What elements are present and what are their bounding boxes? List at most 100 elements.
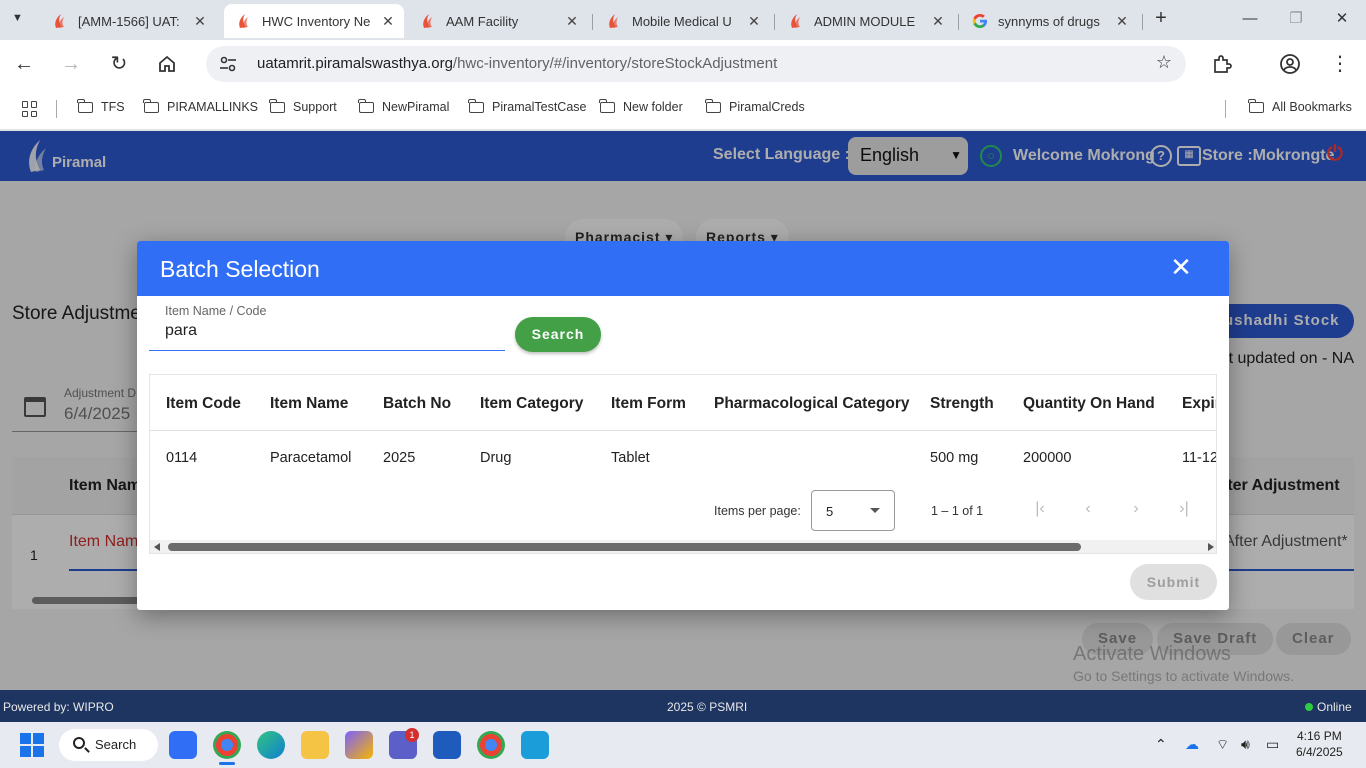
cell-expiry[interactable]: 11-12	[1182, 450, 1216, 466]
task-view-icon[interactable]	[169, 731, 197, 759]
file-explorer-icon[interactable]	[301, 731, 329, 759]
cell-item-code[interactable]: 0114	[166, 450, 197, 466]
notepad-icon[interactable]	[521, 731, 549, 759]
submit-button[interactable]: Submit	[1130, 564, 1217, 600]
m365-icon[interactable]	[345, 731, 373, 759]
all-bookmarks[interactable]: All Bookmarks	[1248, 98, 1352, 114]
tab-close-icon[interactable]: ✕	[192, 13, 208, 30]
forward-arrow-icon[interactable]: →	[57, 50, 85, 78]
close-icon[interactable]: ✕	[1169, 254, 1193, 280]
item-name-code-label: Item Name / Code	[165, 304, 267, 318]
cell-batch-no[interactable]: 2025	[383, 450, 415, 466]
items-per-page-select[interactable]: 5	[811, 490, 895, 531]
folder-icon	[705, 98, 721, 113]
bookmark-star-icon[interactable]: ☆	[1156, 52, 1172, 73]
new-tab-plus-icon[interactable]: +	[1150, 8, 1172, 30]
chrome-icon[interactable]	[213, 731, 241, 759]
scroll-right-icon[interactable]	[1208, 543, 1214, 551]
piramal-favicon-icon	[52, 13, 68, 29]
tab-separator	[958, 14, 959, 30]
windows-start-icon[interactable]	[20, 733, 44, 757]
tab-close-icon[interactable]: ✕	[380, 13, 396, 30]
previous-page-icon[interactable]: ‹	[1078, 499, 1098, 519]
tab-title: Mobile Medical U	[632, 13, 732, 29]
browser-menu-icon[interactable]: ⋮	[1326, 50, 1354, 78]
tab-search-chevron-icon[interactable]: ▼	[12, 12, 30, 28]
bookmark-newpiramal[interactable]: NewPiramal	[358, 98, 449, 114]
piramal-favicon-icon	[420, 13, 436, 29]
col-item-category[interactable]: Item Category	[480, 395, 583, 413]
taskbar-search[interactable]: Search	[59, 729, 158, 761]
close-window-icon[interactable]: ✕	[1322, 6, 1362, 32]
col-quantity-on-hand[interactable]: Quantity On Hand	[1023, 395, 1155, 413]
first-page-icon[interactable]: |‹	[1030, 499, 1050, 519]
powered-by: Powered by: WIPRO	[3, 700, 114, 714]
system-clock[interactable]: 4:16 PM 6/4/2025	[1296, 728, 1343, 760]
onedrive-cloud-icon[interactable]: ☁	[1185, 736, 1199, 753]
battery-icon[interactable]: ▭	[1266, 736, 1279, 753]
cell-item-category[interactable]: Drug	[480, 450, 511, 466]
browser-tab-bar: ▼ [AMM-1566] UAT: ✕ HWC Inventory Ne ✕ A…	[0, 0, 1366, 40]
tab-close-icon[interactable]: ✕	[564, 13, 580, 30]
search-button[interactable]: Search	[515, 317, 601, 352]
browser-tab-google-search[interactable]: synnyms of drugs ✕	[960, 4, 1138, 38]
url-text: uatamrit.piramalswasthya.org/hwc-invento…	[257, 55, 777, 72]
back-arrow-icon[interactable]: ←	[10, 50, 38, 78]
bookmark-tfs[interactable]: TFS	[77, 98, 125, 114]
clock-time: 4:16 PM	[1297, 729, 1342, 743]
cell-strength[interactable]: 500 mg	[930, 450, 978, 466]
bookmark-label: All Bookmarks	[1272, 100, 1352, 114]
last-page-icon[interactable]: ›|	[1174, 499, 1194, 519]
tab-close-icon[interactable]: ✕	[746, 13, 762, 30]
apps-grid-icon[interactable]	[22, 101, 38, 117]
browser-tab-hwc-inventory[interactable]: HWC Inventory Ne ✕	[224, 4, 404, 38]
app-footer: Powered by: WIPRO 2025 © PSMRI Online	[0, 690, 1366, 722]
folder-icon	[77, 98, 93, 113]
browser-tab-mobile-medical[interactable]: Mobile Medical U ✕	[594, 4, 770, 38]
volume-icon[interactable]: 🔊︎	[1241, 736, 1250, 753]
restore-icon[interactable]: ❐	[1276, 6, 1316, 32]
col-item-form[interactable]: Item Form	[611, 395, 686, 413]
browser-tab-admin-module[interactable]: ADMIN MODULE ✕	[776, 4, 954, 38]
cell-item-name[interactable]: Paracetamol	[270, 450, 351, 466]
reload-icon[interactable]: ↻	[105, 50, 133, 78]
show-hidden-icons-chevron-icon[interactable]: ⌃	[1155, 736, 1167, 753]
item-name-code-input[interactable]	[165, 322, 495, 340]
folder-icon	[143, 98, 159, 113]
bookmark-piramalcreds[interactable]: PiramalCreds	[705, 98, 805, 114]
minimize-icon[interactable]: —	[1230, 6, 1270, 32]
extensions-icon[interactable]	[1208, 50, 1236, 78]
bookmark-label: New folder	[623, 100, 683, 114]
chrome-icon[interactable]	[477, 731, 505, 759]
col-batch-no[interactable]: Batch No	[383, 395, 451, 413]
bookmark-piramallinks[interactable]: PIRAMALLINKS	[143, 98, 259, 114]
scroll-left-icon[interactable]	[154, 543, 160, 551]
browser-tab-aam-facility[interactable]: AAM Facility ✕	[408, 4, 588, 38]
address-bar[interactable]: uatamrit.piramalswasthya.org/hwc-invento…	[206, 46, 1186, 82]
site-settings-icon[interactable]	[218, 54, 238, 74]
edge-icon[interactable]	[257, 731, 285, 759]
browser-tab-amm[interactable]: [AMM-1566] UAT: ✕	[40, 4, 216, 38]
cell-item-form[interactable]: Tablet	[611, 450, 650, 466]
wifi-icon[interactable]: ⌔	[1216, 736, 1229, 754]
scroll-thumb[interactable]	[168, 543, 1081, 551]
bookmark-piramaltestcase[interactable]: PiramalTestCase	[468, 98, 586, 114]
col-pharmacological-category[interactable]: Pharmacological Category	[714, 395, 910, 413]
tab-close-icon[interactable]: ✕	[1114, 13, 1130, 30]
col-item-code[interactable]: Item Code	[166, 395, 241, 413]
col-item-name[interactable]: Item Name	[270, 395, 348, 413]
home-icon[interactable]	[153, 50, 181, 78]
next-page-icon[interactable]: ›	[1126, 499, 1146, 519]
tab-close-icon[interactable]: ✕	[930, 13, 946, 30]
profile-avatar-icon[interactable]	[1276, 50, 1304, 78]
cell-quantity-on-hand[interactable]: 200000	[1023, 450, 1071, 466]
bookmark-new-folder[interactable]: New folder	[599, 98, 683, 114]
piramal-favicon-icon	[788, 13, 804, 29]
table-horizontal-scrollbar[interactable]	[150, 540, 1216, 553]
bookmark-support[interactable]: Support	[269, 98, 337, 114]
word-icon[interactable]	[433, 731, 461, 759]
clock-date: 6/4/2025	[1296, 745, 1343, 759]
col-expiry[interactable]: Expir	[1182, 395, 1216, 413]
col-strength[interactable]: Strength	[930, 395, 994, 413]
bookmark-label: PIRAMALLINKS	[167, 100, 259, 114]
